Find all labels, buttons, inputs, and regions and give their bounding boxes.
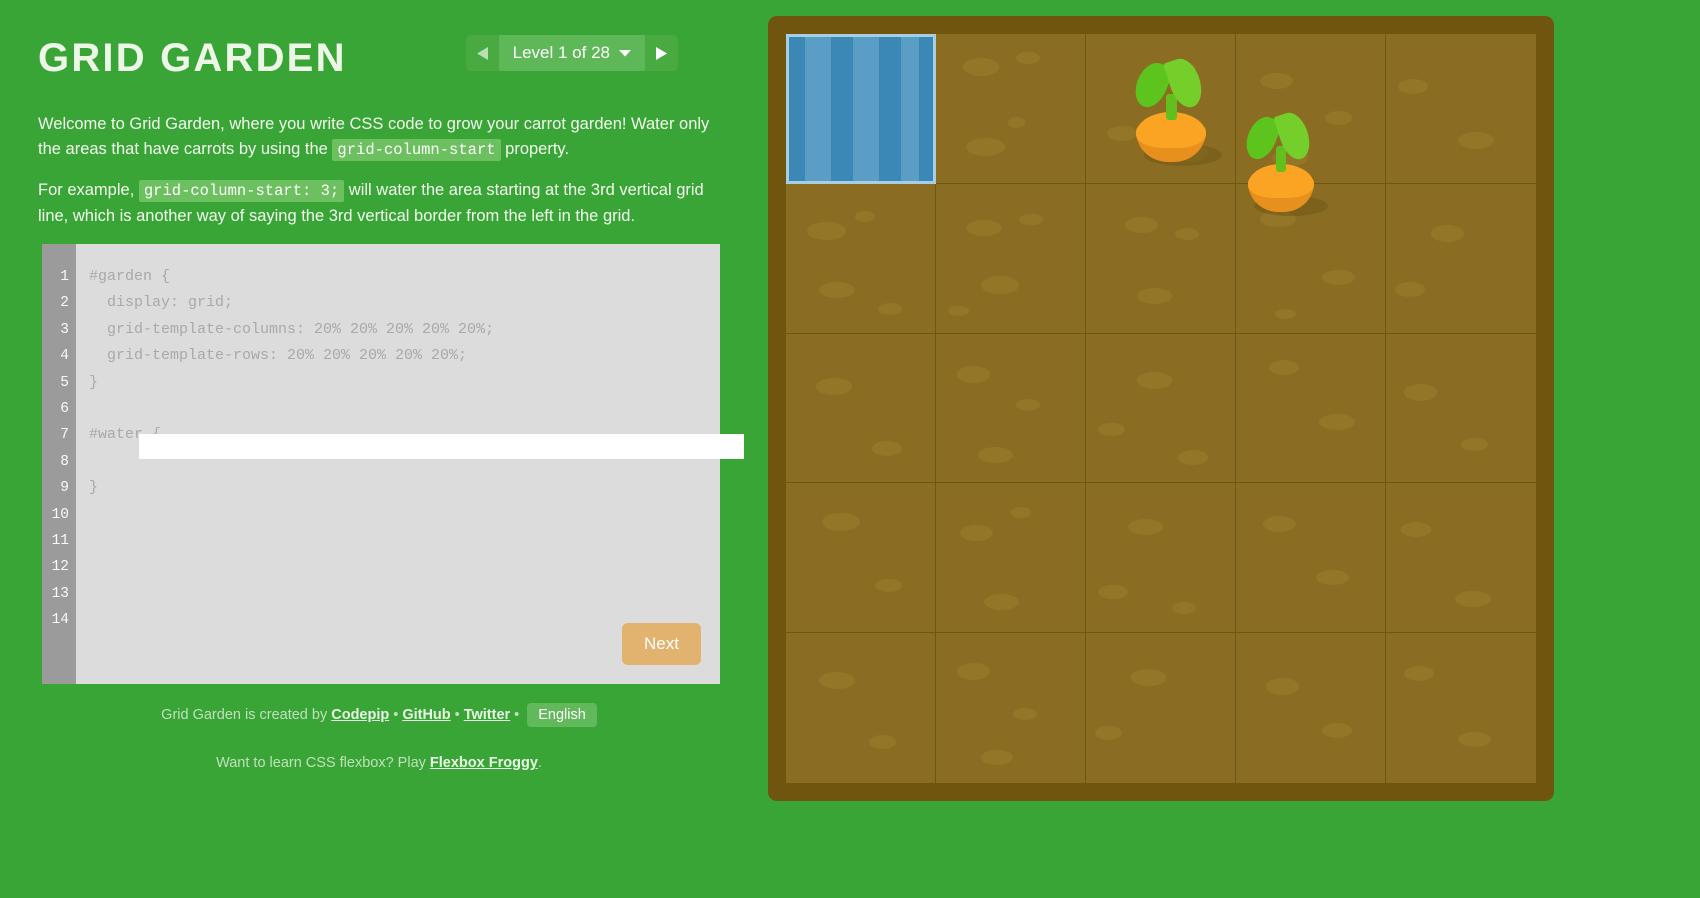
link-codepip[interactable]: Codepip <box>331 707 389 723</box>
line-number: 12 <box>51 559 69 576</box>
level-label: Level 1 of 28 <box>512 43 610 62</box>
footer: Grid Garden is created by Codepip • GitHub… <box>38 703 720 771</box>
language-button[interactable]: English <box>527 703 597 727</box>
garden-cell[interactable] <box>936 183 1086 334</box>
garden-cell[interactable] <box>1236 483 1386 634</box>
garden-cell[interactable] <box>1386 334 1536 484</box>
code-editor: 1 2 3 4 5 6 7 8 9 10 11 12 13 14 #garden… <box>38 244 744 684</box>
level-selector: Level 1 of 28 <box>465 35 678 71</box>
instruction-paragraph-2: For example, grid-column-start: 3; will … <box>38 178 728 229</box>
garden-cell[interactable] <box>786 633 936 783</box>
separator-dot: • <box>454 706 460 723</box>
css-input[interactable] <box>139 434 744 459</box>
code-line: grid-template-columns: 20% 20% 20% 20% 2… <box>89 320 495 338</box>
line-number: 14 <box>51 612 69 629</box>
garden-cell[interactable] <box>936 483 1086 634</box>
garden-cell[interactable] <box>1086 633 1236 783</box>
inline-code-property: grid-column-start <box>332 139 501 161</box>
link-twitter[interactable]: Twitter <box>464 707 510 723</box>
code-line: } <box>89 479 99 497</box>
code-line: } <box>89 373 99 391</box>
garden-cell[interactable] <box>936 34 1086 184</box>
line-number: 8 <box>60 453 69 470</box>
line-number: 9 <box>60 480 69 497</box>
next-button[interactable]: Next <box>622 623 701 665</box>
carrot <box>1240 108 1334 242</box>
garden-cell[interactable] <box>786 483 936 634</box>
level-dropdown[interactable]: Level 1 of 28 <box>498 35 645 71</box>
line-number: 10 <box>51 506 69 523</box>
instruction-1-text-after: property. <box>500 140 570 158</box>
line-number-gutter: 1 2 3 4 5 6 7 8 9 10 11 12 13 14 <box>42 244 76 684</box>
line-number: 2 <box>60 295 69 312</box>
garden-cell[interactable] <box>1236 333 1386 484</box>
line-number: 13 <box>51 585 69 602</box>
previous-level-button[interactable] <box>465 35 499 71</box>
separator-dot: • <box>393 706 399 723</box>
garden-grid <box>786 34 1536 783</box>
separator-dot: • <box>514 706 520 723</box>
line-number: 7 <box>60 427 69 444</box>
carrot <box>1129 54 1222 186</box>
garden-frame <box>768 16 1554 801</box>
line-number: 1 <box>60 269 69 285</box>
line-number: 4 <box>60 348 69 365</box>
instructions: Welcome to Grid Garden, where you write … <box>38 112 728 229</box>
header: GRID GARDEN Level 1 of 28 <box>38 26 770 98</box>
link-flexbox-froggy[interactable]: Flexbox Froggy <box>430 755 538 771</box>
garden-cell[interactable] <box>1386 633 1536 783</box>
garden-cell[interactable] <box>1086 333 1236 484</box>
garden-cell[interactable] <box>1086 483 1236 634</box>
garden-cell[interactable] <box>936 633 1086 783</box>
flexbox-promo-text: Want to learn CSS flexbox? Play <box>216 755 430 771</box>
garden-cell[interactable] <box>1086 183 1236 334</box>
footer-credit-text: Grid Garden is created by <box>161 706 328 723</box>
garden-cell[interactable] <box>786 183 936 334</box>
triangle-left-icon <box>476 46 489 61</box>
left-panel: GRID GARDEN Level 1 of 28 Welcome to Gri… <box>0 0 800 898</box>
flexbox-promo-period: . <box>537 755 542 771</box>
line-number: 5 <box>60 374 69 391</box>
line-number: 3 <box>60 321 69 338</box>
code-line: display: grid; <box>89 294 234 312</box>
garden-cell[interactable] <box>1386 34 1536 184</box>
garden-cell[interactable] <box>1386 483 1536 634</box>
code-area: #garden { display: grid; grid-template-c… <box>76 244 744 684</box>
water-tile <box>786 34 936 184</box>
code-line: grid-template-rows: 20% 20% 20% 20% 20%; <box>89 347 468 365</box>
garden-cell[interactable] <box>1236 633 1386 783</box>
next-level-button[interactable] <box>645 35 678 71</box>
instruction-paragraph-1: Welcome to Grid Garden, where you write … <box>38 112 728 163</box>
footer-credits: Grid Garden is created by Codepip • GitHub… <box>38 703 720 727</box>
link-github[interactable]: GitHub <box>402 707 450 723</box>
footer-flexbox-promo: Want to learn CSS flexbox? Play Flexbox … <box>38 755 720 771</box>
line-number: 11 <box>51 533 69 550</box>
garden-cell[interactable] <box>1386 184 1536 334</box>
garden-cell[interactable] <box>786 333 936 484</box>
inline-code-example: grid-column-start: 3; <box>138 180 345 202</box>
instruction-2-text-before: For example, <box>38 181 139 199</box>
triangle-right-icon <box>655 46 668 61</box>
chevron-down-icon <box>619 44 631 62</box>
line-number: 6 <box>60 401 69 418</box>
code-line: #garden { <box>89 268 171 285</box>
grid-garden-app: GRID GARDEN Level 1 of 28 Welcome to Gri… <box>0 0 1700 898</box>
garden-cell[interactable] <box>936 333 1086 484</box>
